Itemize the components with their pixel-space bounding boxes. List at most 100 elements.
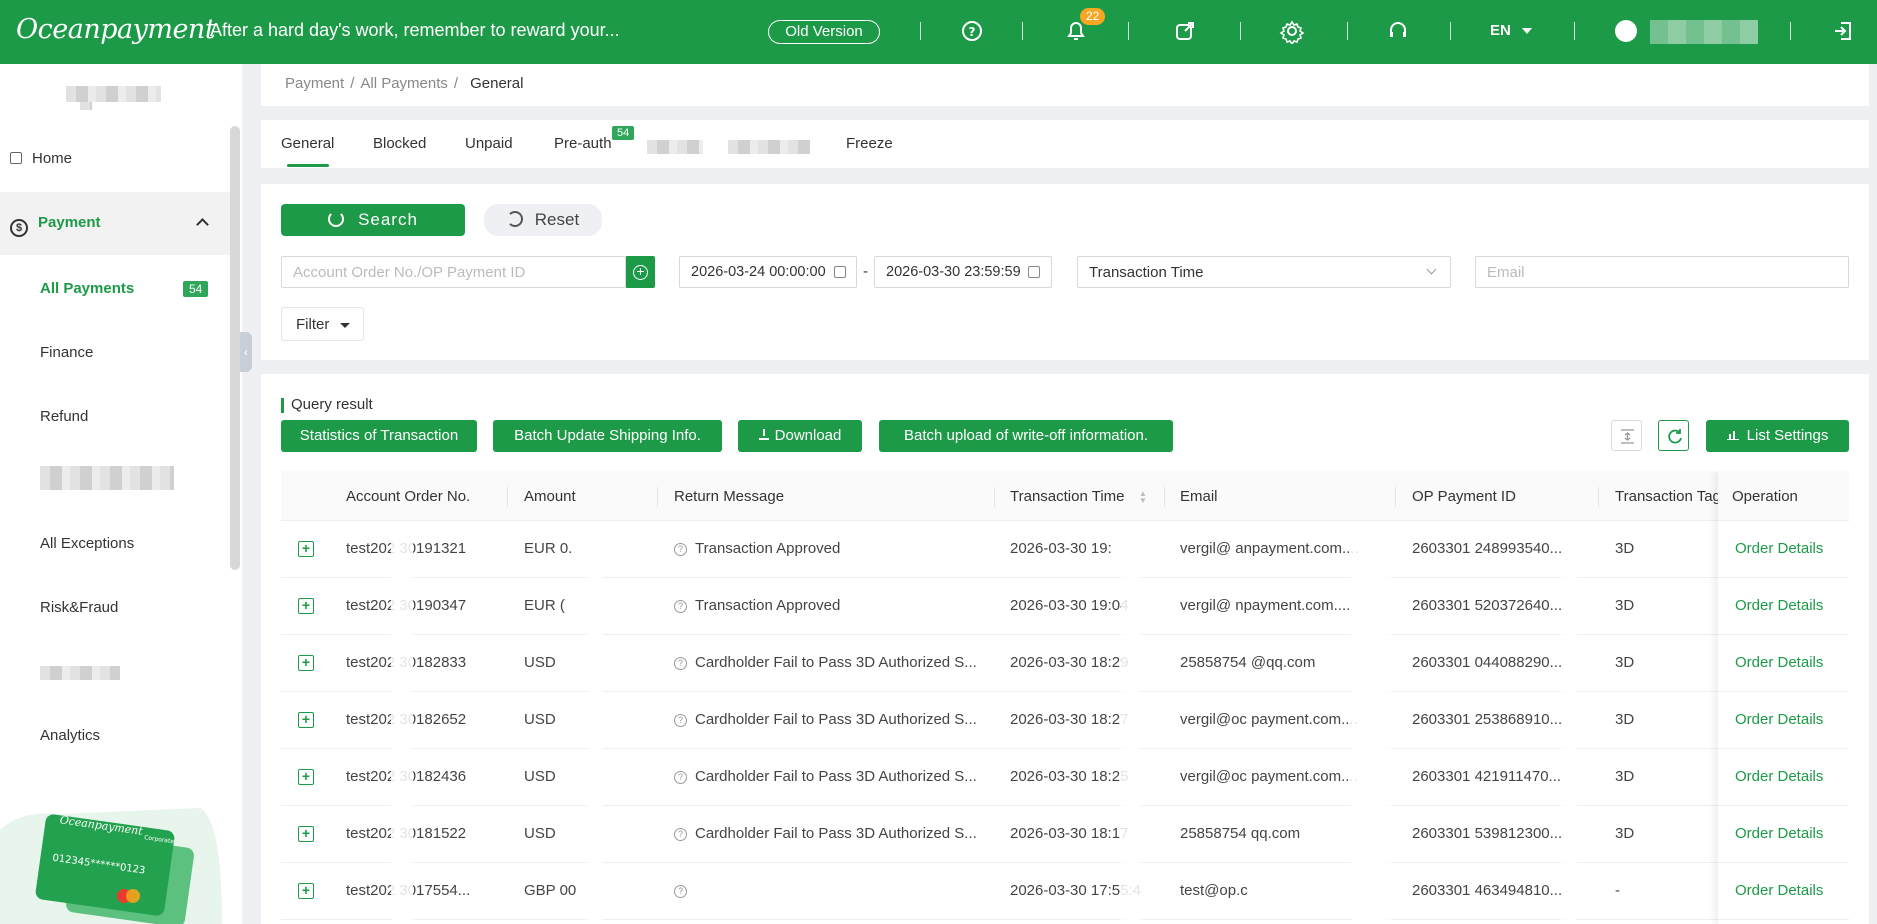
sidebar-item-all-payments[interactable]: All Payments (40, 280, 134, 297)
column-height-button[interactable] (1611, 420, 1642, 451)
batch-shipping-button[interactable]: Batch Update Shipping Info. (493, 420, 722, 452)
add-condition-button[interactable]: + (626, 256, 655, 288)
date-to-input[interactable]: 2026-03-30 23:59:59 (874, 256, 1052, 288)
sidebar-item-risk-fraud[interactable]: Risk&Fraud (40, 599, 118, 616)
cell-email: 25858754 @qq.com (1180, 654, 1316, 671)
refresh-button[interactable] (1658, 420, 1689, 451)
question-icon[interactable]: ? (674, 885, 687, 898)
col-transaction-time[interactable]: Transaction Time (1010, 488, 1125, 505)
tab-general[interactable]: General (281, 135, 334, 152)
avatar[interactable] (1615, 20, 1637, 42)
order-details-link[interactable]: Order Details (1735, 768, 1823, 785)
search-button[interactable]: Search (281, 204, 465, 236)
expand-row-icon[interactable]: + (298, 826, 314, 842)
order-details-link[interactable]: Order Details (1735, 540, 1823, 557)
sidebar-collapse-handle[interactable]: ‹ (240, 332, 252, 372)
headset-icon[interactable] (1385, 18, 1411, 44)
sidebar-item-payment[interactable]: $ Payment (10, 214, 101, 237)
sidebar-item-analytics[interactable]: Analytics (40, 727, 100, 744)
sidebar-item-redacted[interactable] (40, 666, 120, 680)
language-selector[interactable]: EN (1490, 22, 1511, 39)
gear-icon[interactable] (1279, 18, 1305, 44)
download-button[interactable]: Download (738, 420, 862, 452)
list-settings-button[interactable]: List Settings (1706, 420, 1849, 452)
tab-unpaid[interactable]: Unpaid (465, 135, 513, 152)
order-id-input[interactable]: Account Order No./OP Payment ID (281, 256, 626, 288)
breadcrumb: Payment / All Payments / General (285, 75, 524, 92)
expand-row-icon[interactable]: + (298, 712, 314, 728)
tab-redacted[interactable] (728, 140, 810, 154)
filter-button[interactable]: Filter (281, 307, 364, 341)
sort-icon[interactable]: ▲ ▼ (1139, 490, 1147, 505)
tab-pre-auth[interactable]: Pre-auth (554, 135, 612, 152)
external-link-icon[interactable] (1172, 18, 1198, 44)
sidebar-item-all-exceptions[interactable]: All Exceptions (40, 535, 134, 552)
old-version-button[interactable]: Old Version (768, 20, 880, 44)
user-name-redacted[interactable] (1650, 20, 1758, 44)
sidebar-item-refund[interactable]: Refund (40, 408, 88, 425)
date-from-input[interactable]: 2026-03-24 00:00:00 (679, 256, 857, 288)
expand-row-icon[interactable]: + (298, 655, 314, 671)
question-icon[interactable]: ? (674, 771, 687, 784)
redaction-mask (391, 635, 413, 692)
operation-column: Operation Order Details Order Details Orde… (1718, 471, 1849, 924)
reset-button[interactable]: Reset (484, 204, 602, 236)
col-email[interactable]: Email (1180, 488, 1218, 505)
col-op-payment-id[interactable]: OP Payment ID (1412, 488, 1516, 505)
col-return-message[interactable]: Return Message (674, 488, 784, 505)
sidebar-item-home[interactable]: Home (10, 150, 72, 167)
expand-row-icon[interactable]: + (298, 883, 314, 899)
question-icon[interactable]: ? (674, 714, 687, 727)
calendar-icon (1028, 266, 1040, 278)
redaction-mask (1561, 635, 1577, 692)
question-icon[interactable]: ? (674, 600, 687, 613)
divider (1790, 22, 1791, 40)
order-details-link[interactable]: Order Details (1735, 654, 1823, 671)
col-amount[interactable]: Amount (524, 488, 576, 505)
question-icon[interactable]: ? (674, 828, 687, 841)
time-type-select[interactable]: Transaction Time (1077, 256, 1451, 288)
order-details-link[interactable]: Order Details (1735, 597, 1823, 614)
help-icon[interactable]: ? (959, 18, 985, 44)
cell-return-message: ? Cardholder Fail to Pass 3D Authorized S… (674, 654, 977, 671)
redaction-mask (1561, 749, 1577, 806)
redaction-mask (1121, 521, 1141, 578)
tab-redacted[interactable] (647, 140, 703, 154)
order-details-link[interactable]: Order Details (1735, 882, 1823, 899)
batch-writeoff-button[interactable]: Batch upload of write-off information. (879, 420, 1173, 452)
tab-blocked[interactable]: Blocked (373, 135, 426, 152)
refresh-icon (1668, 429, 1682, 444)
order-details-link[interactable]: Order Details (1735, 825, 1823, 842)
cell-transaction-tag: 3D (1615, 768, 1635, 785)
tab-freeze[interactable]: Freeze (846, 135, 893, 152)
chevron-down-icon[interactable] (1522, 28, 1532, 34)
sidebar-item-redacted[interactable] (40, 466, 174, 490)
plus-circle-icon: + (633, 264, 648, 280)
cell-return-message: ? Cardholder Fail to Pass 3D Authorized S… (674, 711, 977, 728)
question-icon[interactable]: ? (674, 543, 687, 556)
col-order-no[interactable]: Account Order No. (346, 488, 470, 505)
redaction-mask (1351, 692, 1391, 749)
cell-op-payment-id: 2603301 520372640... (1412, 597, 1563, 614)
sidebar-scrollbar[interactable] (230, 126, 240, 570)
statistics-button[interactable]: Statistics of Transaction (281, 420, 477, 452)
logo[interactable]: Oceanpayment (16, 14, 216, 45)
order-details-link[interactable]: Order Details (1735, 711, 1823, 728)
divider (920, 22, 921, 40)
email-input[interactable]: Email (1475, 256, 1849, 288)
cell-transaction-time: 2026-03-30 19: (1010, 540, 1112, 557)
logout-icon[interactable] (1831, 18, 1857, 44)
redaction-mask (1561, 863, 1577, 920)
payment-icon: $ (10, 219, 28, 237)
expand-row-icon[interactable]: + (298, 769, 314, 785)
col-transaction-tag[interactable]: Transaction Tag (1615, 488, 1718, 505)
question-icon[interactable]: ? (674, 657, 687, 670)
cell-transaction-tag: 3D (1615, 711, 1635, 728)
breadcrumb-all-payments[interactable]: All Payments (360, 75, 448, 92)
expand-row-icon[interactable]: + (298, 541, 314, 557)
cell-email: vergil@oc payment.com.... (1180, 711, 1358, 728)
breadcrumb-payment[interactable]: Payment (285, 75, 344, 92)
sidebar-item-finance[interactable]: Finance (40, 344, 93, 361)
expand-row-icon[interactable]: + (298, 598, 314, 614)
redaction-mask (587, 806, 603, 863)
